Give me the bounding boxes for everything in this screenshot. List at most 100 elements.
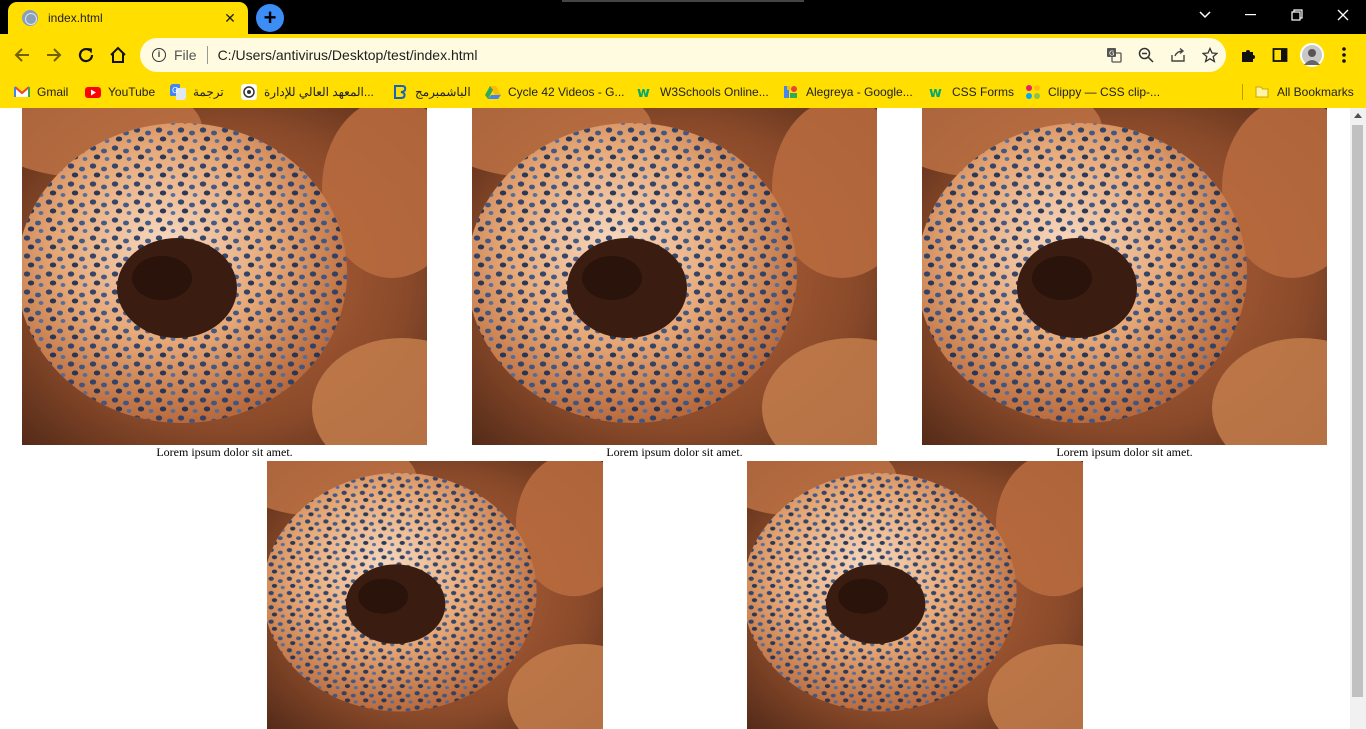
youtube-icon [85, 87, 101, 98]
folder-icon [1255, 86, 1269, 98]
home-button[interactable] [104, 41, 132, 69]
bookmark-label: W3Schools Online... [660, 85, 769, 99]
bagel-image [922, 108, 1327, 445]
address-bar[interactable]: i File C:/Users/antivirus/Desktop/test/i… [140, 38, 1226, 72]
svg-text:w: w [637, 85, 650, 100]
bookmark-w3schools[interactable]: w W3Schools Online... [637, 81, 769, 103]
bagel-image [747, 461, 1083, 729]
tab-strip: index.html ✕ + [0, 0, 1366, 34]
gmail-icon [14, 86, 30, 97]
restore-icon [1291, 9, 1303, 21]
arrow-right-icon [47, 48, 62, 62]
bookmark-alegreya[interactable]: Alegreya - Google... [783, 81, 913, 103]
bookmark-bashmohandes[interactable]: الباشمبرمج [392, 81, 471, 103]
restore-button[interactable] [1274, 0, 1320, 30]
page-viewport: Lorem ipsum dolor sit amet. Lorem ipsum … [0, 108, 1350, 729]
image-caption: Lorem ipsum dolor sit amet. [606, 445, 743, 459]
divider [206, 46, 208, 64]
translate-icon: G [170, 84, 186, 100]
bookmark-label: Clippy — CSS clip-... [1048, 85, 1161, 99]
close-icon [1337, 9, 1349, 21]
bookmark-label: المعهد العالي للإدارة... [264, 85, 374, 99]
globe-icon [22, 10, 38, 26]
reload-button[interactable] [72, 41, 100, 69]
bookmarks-bar: Gmail YouTube G ترجمة المعهد العالي للإد… [0, 76, 1366, 108]
google-fonts-icon [784, 86, 797, 98]
vertical-scrollbar[interactable] [1350, 108, 1366, 729]
image-card: Lorem ipsum dolor sit amet. [22, 108, 427, 460]
tab-title: index.html [48, 11, 103, 25]
bookmark-label: ترجمة [193, 85, 224, 99]
profile-avatar[interactable] [1300, 43, 1324, 67]
bagel-image [472, 108, 877, 445]
bookmark-css-forms[interactable]: w CSS Forms [929, 81, 1014, 103]
bookmark-star-button[interactable] [1194, 41, 1226, 69]
bookmarks-divider [1242, 84, 1243, 100]
svg-text:G: G [172, 86, 178, 95]
bookmark-label: Gmail [37, 85, 69, 99]
bookmark-label: CSS Forms [952, 85, 1015, 99]
bookmark-label: YouTube [108, 85, 156, 99]
all-bookmarks-button[interactable]: All Bookmarks [1254, 81, 1354, 103]
share-button[interactable] [1162, 41, 1194, 69]
all-bookmarks-label: All Bookmarks [1277, 85, 1354, 99]
extensions-button[interactable] [1234, 41, 1262, 69]
zoom-out-icon [1138, 47, 1154, 63]
star-icon [1202, 47, 1218, 63]
scroll-up-arrow-icon[interactable] [1354, 113, 1362, 118]
chevron-down-icon [1199, 11, 1211, 19]
bashmohandes-icon [394, 85, 407, 99]
forward-button[interactable] [40, 41, 68, 69]
w3schools-icon: w [637, 85, 650, 100]
puzzle-icon [1242, 50, 1255, 62]
share-icon [1171, 47, 1185, 62]
bookmark-institute[interactable]: المعهد العالي للإدارة... [241, 81, 374, 103]
bookmark-cycle42[interactable]: Cycle 42 Videos - G... [485, 81, 625, 103]
bookmark-clippy[interactable]: Clippy — CSS clip-... [1025, 81, 1160, 103]
bookmark-translate[interactable]: G ترجمة [170, 81, 224, 103]
more-vert-icon [1342, 47, 1346, 63]
image-card: Lorem ipsum dolor sit amet. [472, 108, 877, 460]
institute-icon [241, 84, 257, 100]
close-window-button[interactable] [1320, 0, 1366, 30]
tab-active[interactable]: index.html ✕ [8, 2, 248, 34]
translate-icon: G [1107, 48, 1122, 63]
image-caption: Lorem ipsum dolor sit amet. [1056, 445, 1193, 459]
minimize-icon [1245, 14, 1256, 16]
svg-text:w: w [929, 85, 942, 100]
side-panel-icon [1272, 48, 1288, 62]
bagel-image [267, 461, 603, 729]
scrollbar-thumb[interactable] [1352, 125, 1363, 697]
drive-icon [485, 86, 501, 99]
reload-icon [78, 47, 94, 63]
bookmark-label: Alegreya - Google... [806, 85, 913, 99]
side-panel-button[interactable] [1266, 41, 1294, 69]
info-icon[interactable]: i [152, 48, 166, 62]
menu-button[interactable] [1330, 41, 1358, 69]
bagel-image [22, 108, 427, 445]
url-text[interactable]: C:/Users/antivirus/Desktop/test/index.ht… [218, 47, 1098, 63]
image-card: Lorem ipsum dolor sit amet. [922, 108, 1327, 460]
bookmark-gmail[interactable]: Gmail [14, 81, 68, 103]
image-card [267, 461, 603, 729]
avatar-icon [1304, 49, 1320, 65]
tab-close-button[interactable]: ✕ [222, 10, 238, 26]
url-scheme: File [174, 47, 197, 63]
back-button[interactable] [8, 41, 36, 69]
drag-indicator [562, 0, 804, 2]
image-caption: Lorem ipsum dolor sit amet. [156, 445, 293, 459]
w3schools-icon: w [929, 85, 942, 100]
image-card [747, 461, 1083, 729]
arrow-left-icon [14, 48, 29, 62]
bookmark-label: الباشمبرمج [415, 85, 471, 99]
browser-toolbar: i File C:/Users/antivirus/Desktop/test/i… [0, 34, 1366, 76]
minimize-button[interactable] [1228, 0, 1274, 30]
translate-page-button[interactable]: G [1098, 41, 1130, 69]
zoom-button[interactable] [1130, 41, 1162, 69]
new-tab-button[interactable]: + [256, 4, 284, 32]
bookmark-youtube[interactable]: YouTube [85, 81, 155, 103]
clippy-icon [1026, 85, 1040, 99]
home-icon [110, 46, 126, 63]
svg-text:G: G [1109, 50, 1114, 58]
tab-search-button[interactable] [1182, 0, 1228, 30]
